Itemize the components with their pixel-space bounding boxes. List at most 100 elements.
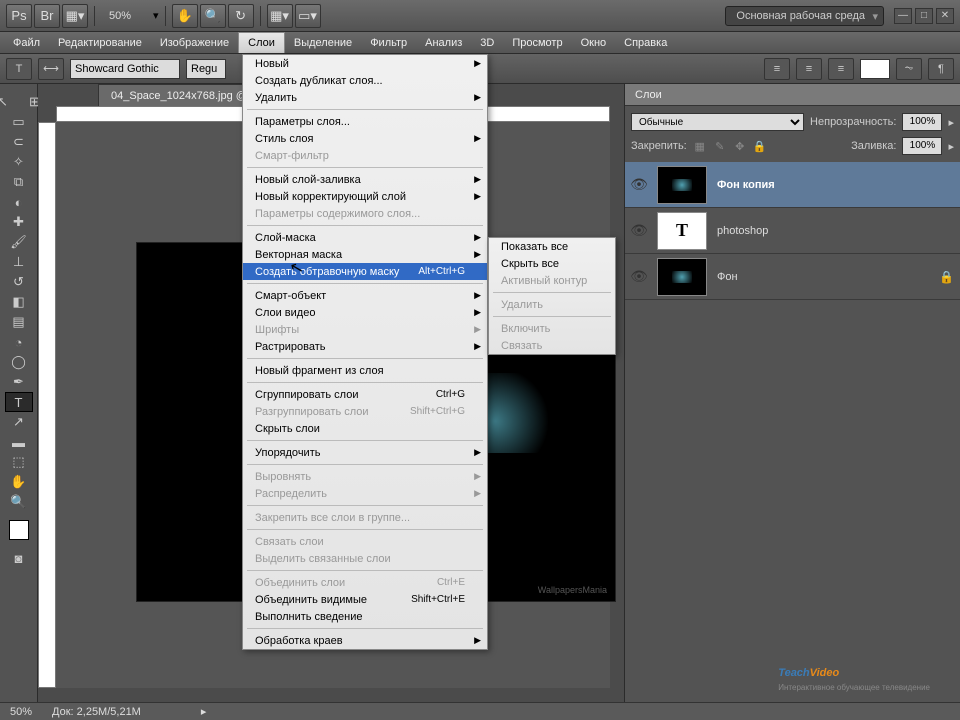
menu-item[interactable]: Новый фрагмент из слоя	[243, 362, 487, 379]
zoom-display[interactable]: 50%	[101, 10, 151, 22]
menu-3d[interactable]: 3D	[471, 32, 503, 53]
menu-image[interactable]: Изображение	[151, 32, 238, 53]
layer-row[interactable]: 👁 Фон копия	[625, 162, 960, 208]
brush-tool-icon[interactable]: 🖌	[5, 232, 33, 252]
menu-analysis[interactable]: Анализ	[416, 32, 471, 53]
align-left-icon[interactable]: ≡	[764, 58, 790, 80]
menu-item[interactable]: Выполнить сведение	[243, 608, 487, 625]
menu-item[interactable]: Обработка краев▶	[243, 632, 487, 649]
gradient-tool-icon[interactable]: ▤	[5, 312, 33, 332]
menu-file[interactable]: Файл	[4, 32, 49, 53]
warp-text-icon[interactable]: ⏦	[896, 58, 922, 80]
menu-item[interactable]: Новый слой-заливка▶	[243, 171, 487, 188]
bridge-icon[interactable]: Br	[34, 4, 60, 28]
close-button[interactable]: ✕	[936, 8, 954, 24]
layer-name[interactable]: Фон	[717, 271, 738, 283]
menu-item[interactable]: Новый корректирующий слой▶	[243, 188, 487, 205]
layer-row[interactable]: 👁 T photoshop	[625, 208, 960, 254]
visibility-icon[interactable]: 👁	[631, 177, 647, 193]
text-orientation-icon[interactable]: ⟷	[38, 58, 64, 80]
menu-item[interactable]: Слои видео▶	[243, 304, 487, 321]
zoom-tool2-icon[interactable]: 🔍	[5, 492, 33, 512]
layers-panel-tab[interactable]: Слои	[625, 84, 960, 106]
menu-item[interactable]: Смарт-объект▶	[243, 287, 487, 304]
history-brush-icon[interactable]: ↺	[5, 272, 33, 292]
maximize-button[interactable]: □	[915, 8, 933, 24]
lock-position-icon[interactable]: ✥	[733, 139, 747, 153]
hand-tool2-icon[interactable]: ✋	[5, 472, 33, 492]
visibility-icon[interactable]: 👁	[631, 223, 647, 239]
pen-tool-icon[interactable]: ✒	[5, 372, 33, 392]
move-tool-icon[interactable]: ↖	[0, 92, 17, 112]
shape-tool-icon[interactable]: ▬	[5, 432, 33, 452]
submenu-item[interactable]: Показать все	[489, 238, 615, 255]
stamp-tool-icon[interactable]: ⊥	[5, 252, 33, 272]
marquee-tool-icon[interactable]: ▭	[5, 112, 33, 132]
lasso-tool-icon[interactable]: ⊂	[5, 132, 33, 152]
menu-help[interactable]: Справка	[615, 32, 676, 53]
align-right-icon[interactable]: ≡	[828, 58, 854, 80]
menu-item[interactable]: Сгруппировать слоиCtrl+G	[243, 386, 487, 403]
menu-item[interactable]: Создать обтравочную маскуAlt+Ctrl+G	[243, 263, 487, 280]
layer-name[interactable]: Фон копия	[717, 179, 775, 191]
menu-item[interactable]: Упорядочить▶	[243, 444, 487, 461]
text-color-swatch[interactable]	[860, 59, 890, 79]
layer-row[interactable]: 👁 Фон 🔒	[625, 254, 960, 300]
blur-tool-icon[interactable]: ◔	[5, 332, 33, 352]
arrange-docs-icon[interactable]: ▦▾	[267, 4, 293, 28]
layer-thumbnail[interactable]	[657, 166, 707, 204]
menu-layers[interactable]: Слои	[238, 32, 285, 53]
lock-all-icon[interactable]: 🔒	[753, 139, 767, 153]
menu-item[interactable]: Объединить видимыеShift+Ctrl+E	[243, 591, 487, 608]
lock-transparency-icon[interactable]: ▦	[693, 139, 707, 153]
wand-tool-icon[interactable]: ✧	[5, 152, 33, 172]
blend-mode-select[interactable]: Обычные	[631, 113, 804, 131]
menu-item[interactable]: Растрировать▶	[243, 338, 487, 355]
view-mode-icon[interactable]: ▦▾	[62, 4, 88, 28]
menu-view[interactable]: Просмотр	[503, 32, 571, 53]
lock-paint-icon[interactable]: ✎	[713, 139, 727, 153]
path-select-icon[interactable]: ↗	[5, 412, 33, 432]
menu-filter[interactable]: Фильтр	[361, 32, 416, 53]
menu-item[interactable]: Стиль слоя▶	[243, 130, 487, 147]
status-zoom[interactable]: 50%	[10, 706, 32, 718]
layer-name[interactable]: photoshop	[717, 225, 768, 237]
character-panel-icon[interactable]: ¶	[928, 58, 954, 80]
eraser-tool-icon[interactable]: ◧	[5, 292, 33, 312]
visibility-icon[interactable]: 👁	[631, 269, 647, 285]
minimize-button[interactable]: —	[894, 8, 912, 24]
color-swatch-icon[interactable]	[9, 520, 29, 540]
menu-edit[interactable]: Редактирование	[49, 32, 151, 53]
crop-tool-icon[interactable]: ⧉	[5, 172, 33, 192]
menu-select[interactable]: Выделение	[285, 32, 361, 53]
eyedropper-tool-icon[interactable]: ◐	[5, 192, 33, 212]
opacity-slider-icon[interactable]: ▸	[948, 116, 954, 129]
font-style-select[interactable]: Regu	[186, 59, 226, 79]
opacity-value[interactable]: 100%	[902, 113, 942, 131]
healing-tool-icon[interactable]: ✚	[5, 212, 33, 232]
layer-thumbnail[interactable]	[657, 258, 707, 296]
fill-slider-icon[interactable]: ▸	[948, 140, 954, 153]
submenu-item[interactable]: Скрыть все	[489, 255, 615, 272]
status-arrow-icon[interactable]: ▸	[201, 705, 207, 718]
menu-item[interactable]: Параметры слоя...	[243, 113, 487, 130]
menu-item[interactable]: Удалить▶	[243, 89, 487, 106]
ps-logo-icon[interactable]: Ps	[6, 4, 32, 28]
menu-item[interactable]: Создать дубликат слоя...	[243, 72, 487, 89]
menu-window[interactable]: Окно	[572, 32, 616, 53]
text-tool-icon[interactable]: T	[5, 392, 33, 412]
3d-tool-icon[interactable]: ⬚	[5, 452, 33, 472]
layer-thumbnail[interactable]: T	[657, 212, 707, 250]
align-center-icon[interactable]: ≡	[796, 58, 822, 80]
quickmask-icon[interactable]: ◙	[5, 548, 33, 568]
hand-tool-icon[interactable]: ✋	[172, 4, 198, 28]
menu-item[interactable]: Слой-маска▶	[243, 229, 487, 246]
menu-item[interactable]: Скрыть слои	[243, 420, 487, 437]
menu-item[interactable]: Новый▶	[243, 55, 487, 72]
tool-preset-icon[interactable]: T	[6, 58, 32, 80]
menu-item[interactable]: Векторная маска▶	[243, 246, 487, 263]
zoom-tool-icon[interactable]: 🔍	[200, 4, 226, 28]
font-family-select[interactable]: Showcard Gothic	[70, 59, 180, 79]
status-doc-info[interactable]: Док: 2,25M/5,21M	[52, 706, 141, 718]
workspace-switcher[interactable]: Основная рабочая среда	[725, 6, 884, 26]
